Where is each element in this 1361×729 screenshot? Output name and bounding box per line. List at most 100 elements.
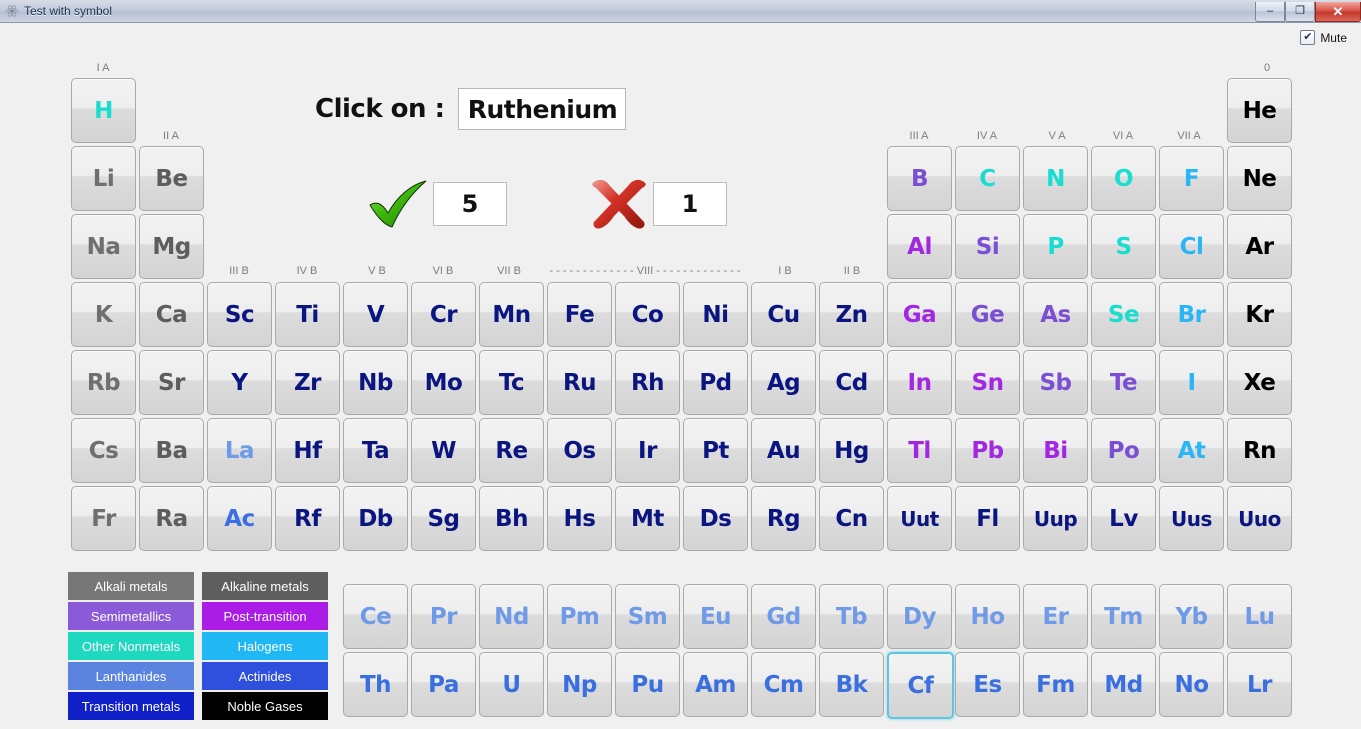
element-button-tc[interactable]: Tc	[479, 350, 544, 415]
element-button-b[interactable]: B	[887, 146, 952, 211]
element-button-po[interactable]: Po	[1091, 418, 1156, 483]
element-button-tb[interactable]: Tb	[819, 584, 884, 649]
element-button-y[interactable]: Y	[207, 350, 272, 415]
element-button-o[interactable]: O	[1091, 146, 1156, 211]
element-button-db[interactable]: Db	[343, 486, 408, 551]
element-button-pr[interactable]: Pr	[411, 584, 476, 649]
element-button-er[interactable]: Er	[1023, 584, 1088, 649]
element-button-lr[interactable]: Lr	[1227, 652, 1292, 717]
element-button-cu[interactable]: Cu	[751, 282, 816, 347]
element-button-sm[interactable]: Sm	[615, 584, 680, 649]
element-button-fl[interactable]: Fl	[955, 486, 1020, 551]
element-button-cn[interactable]: Cn	[819, 486, 884, 551]
element-button-fm[interactable]: Fm	[1023, 652, 1088, 717]
element-button-ca[interactable]: Ca	[139, 282, 204, 347]
element-button-pb[interactable]: Pb	[955, 418, 1020, 483]
element-button-am[interactable]: Am	[683, 652, 748, 717]
element-button-os[interactable]: Os	[547, 418, 612, 483]
element-button-cd[interactable]: Cd	[819, 350, 884, 415]
element-button-lu[interactable]: Lu	[1227, 584, 1292, 649]
element-button-rh[interactable]: Rh	[615, 350, 680, 415]
element-button-bk[interactable]: Bk	[819, 652, 884, 717]
element-button-cm[interactable]: Cm	[751, 652, 816, 717]
element-button-sn[interactable]: Sn	[955, 350, 1020, 415]
element-button-re[interactable]: Re	[479, 418, 544, 483]
element-button-v[interactable]: V	[343, 282, 408, 347]
element-button-hs[interactable]: Hs	[547, 486, 612, 551]
element-button-zr[interactable]: Zr	[275, 350, 340, 415]
element-button-uuo[interactable]: Uuo	[1227, 486, 1292, 551]
element-button-rb[interactable]: Rb	[71, 350, 136, 415]
element-button-as[interactable]: As	[1023, 282, 1088, 347]
element-button-np[interactable]: Np	[547, 652, 612, 717]
element-button-kr[interactable]: Kr	[1227, 282, 1292, 347]
element-button-mt[interactable]: Mt	[615, 486, 680, 551]
element-button-c[interactable]: C	[955, 146, 1020, 211]
element-button-h[interactable]: H	[71, 78, 136, 143]
element-button-ac[interactable]: Ac	[207, 486, 272, 551]
element-button-in[interactable]: In	[887, 350, 952, 415]
element-button-mo[interactable]: Mo	[411, 350, 476, 415]
element-button-se[interactable]: Se	[1091, 282, 1156, 347]
element-button-co[interactable]: Co	[615, 282, 680, 347]
element-button-cl[interactable]: Cl	[1159, 214, 1224, 279]
element-button-ti[interactable]: Ti	[275, 282, 340, 347]
element-button-uut[interactable]: Uut	[887, 486, 952, 551]
element-button-hg[interactable]: Hg	[819, 418, 884, 483]
element-button-uup[interactable]: Uup	[1023, 486, 1088, 551]
element-button-f[interactable]: F	[1159, 146, 1224, 211]
element-button-cs[interactable]: Cs	[71, 418, 136, 483]
element-button-uus[interactable]: Uus	[1159, 486, 1224, 551]
element-button-lv[interactable]: Lv	[1091, 486, 1156, 551]
element-button-li[interactable]: Li	[71, 146, 136, 211]
element-button-he[interactable]: He	[1227, 78, 1292, 143]
element-button-pm[interactable]: Pm	[547, 584, 612, 649]
element-button-be[interactable]: Be	[139, 146, 204, 211]
element-button-cf[interactable]: Cf	[887, 652, 954, 719]
element-button-tm[interactable]: Tm	[1091, 584, 1156, 649]
element-button-pu[interactable]: Pu	[615, 652, 680, 717]
element-button-si[interactable]: Si	[955, 214, 1020, 279]
element-button-ba[interactable]: Ba	[139, 418, 204, 483]
element-button-rf[interactable]: Rf	[275, 486, 340, 551]
element-button-md[interactable]: Md	[1091, 652, 1156, 717]
element-button-dy[interactable]: Dy	[887, 584, 952, 649]
element-button-nb[interactable]: Nb	[343, 350, 408, 415]
element-button-ar[interactable]: Ar	[1227, 214, 1292, 279]
element-button-bh[interactable]: Bh	[479, 486, 544, 551]
element-button-s[interactable]: S	[1091, 214, 1156, 279]
element-button-ta[interactable]: Ta	[343, 418, 408, 483]
element-button-sc[interactable]: Sc	[207, 282, 272, 347]
element-button-th[interactable]: Th	[343, 652, 408, 717]
element-button-es[interactable]: Es	[955, 652, 1020, 717]
element-button-xe[interactable]: Xe	[1227, 350, 1292, 415]
element-button-w[interactable]: W	[411, 418, 476, 483]
element-button-bi[interactable]: Bi	[1023, 418, 1088, 483]
element-button-ga[interactable]: Ga	[887, 282, 952, 347]
element-button-mg[interactable]: Mg	[139, 214, 204, 279]
element-button-rn[interactable]: Rn	[1227, 418, 1292, 483]
element-button-ag[interactable]: Ag	[751, 350, 816, 415]
element-button-cr[interactable]: Cr	[411, 282, 476, 347]
element-button-eu[interactable]: Eu	[683, 584, 748, 649]
element-button-n[interactable]: N	[1023, 146, 1088, 211]
element-button-gd[interactable]: Gd	[751, 584, 816, 649]
element-button-br[interactable]: Br	[1159, 282, 1224, 347]
element-button-ge[interactable]: Ge	[955, 282, 1020, 347]
element-button-ds[interactable]: Ds	[683, 486, 748, 551]
element-button-k[interactable]: K	[71, 282, 136, 347]
element-button-i[interactable]: I	[1159, 350, 1224, 415]
element-button-na[interactable]: Na	[71, 214, 136, 279]
element-button-pt[interactable]: Pt	[683, 418, 748, 483]
element-button-zn[interactable]: Zn	[819, 282, 884, 347]
element-button-sr[interactable]: Sr	[139, 350, 204, 415]
element-button-at[interactable]: At	[1159, 418, 1224, 483]
element-button-au[interactable]: Au	[751, 418, 816, 483]
element-button-ne[interactable]: Ne	[1227, 146, 1292, 211]
element-button-la[interactable]: La	[207, 418, 272, 483]
element-button-rg[interactable]: Rg	[751, 486, 816, 551]
element-button-sg[interactable]: Sg	[411, 486, 476, 551]
element-button-p[interactable]: P	[1023, 214, 1088, 279]
element-button-ru[interactable]: Ru	[547, 350, 612, 415]
element-button-tl[interactable]: Tl	[887, 418, 952, 483]
